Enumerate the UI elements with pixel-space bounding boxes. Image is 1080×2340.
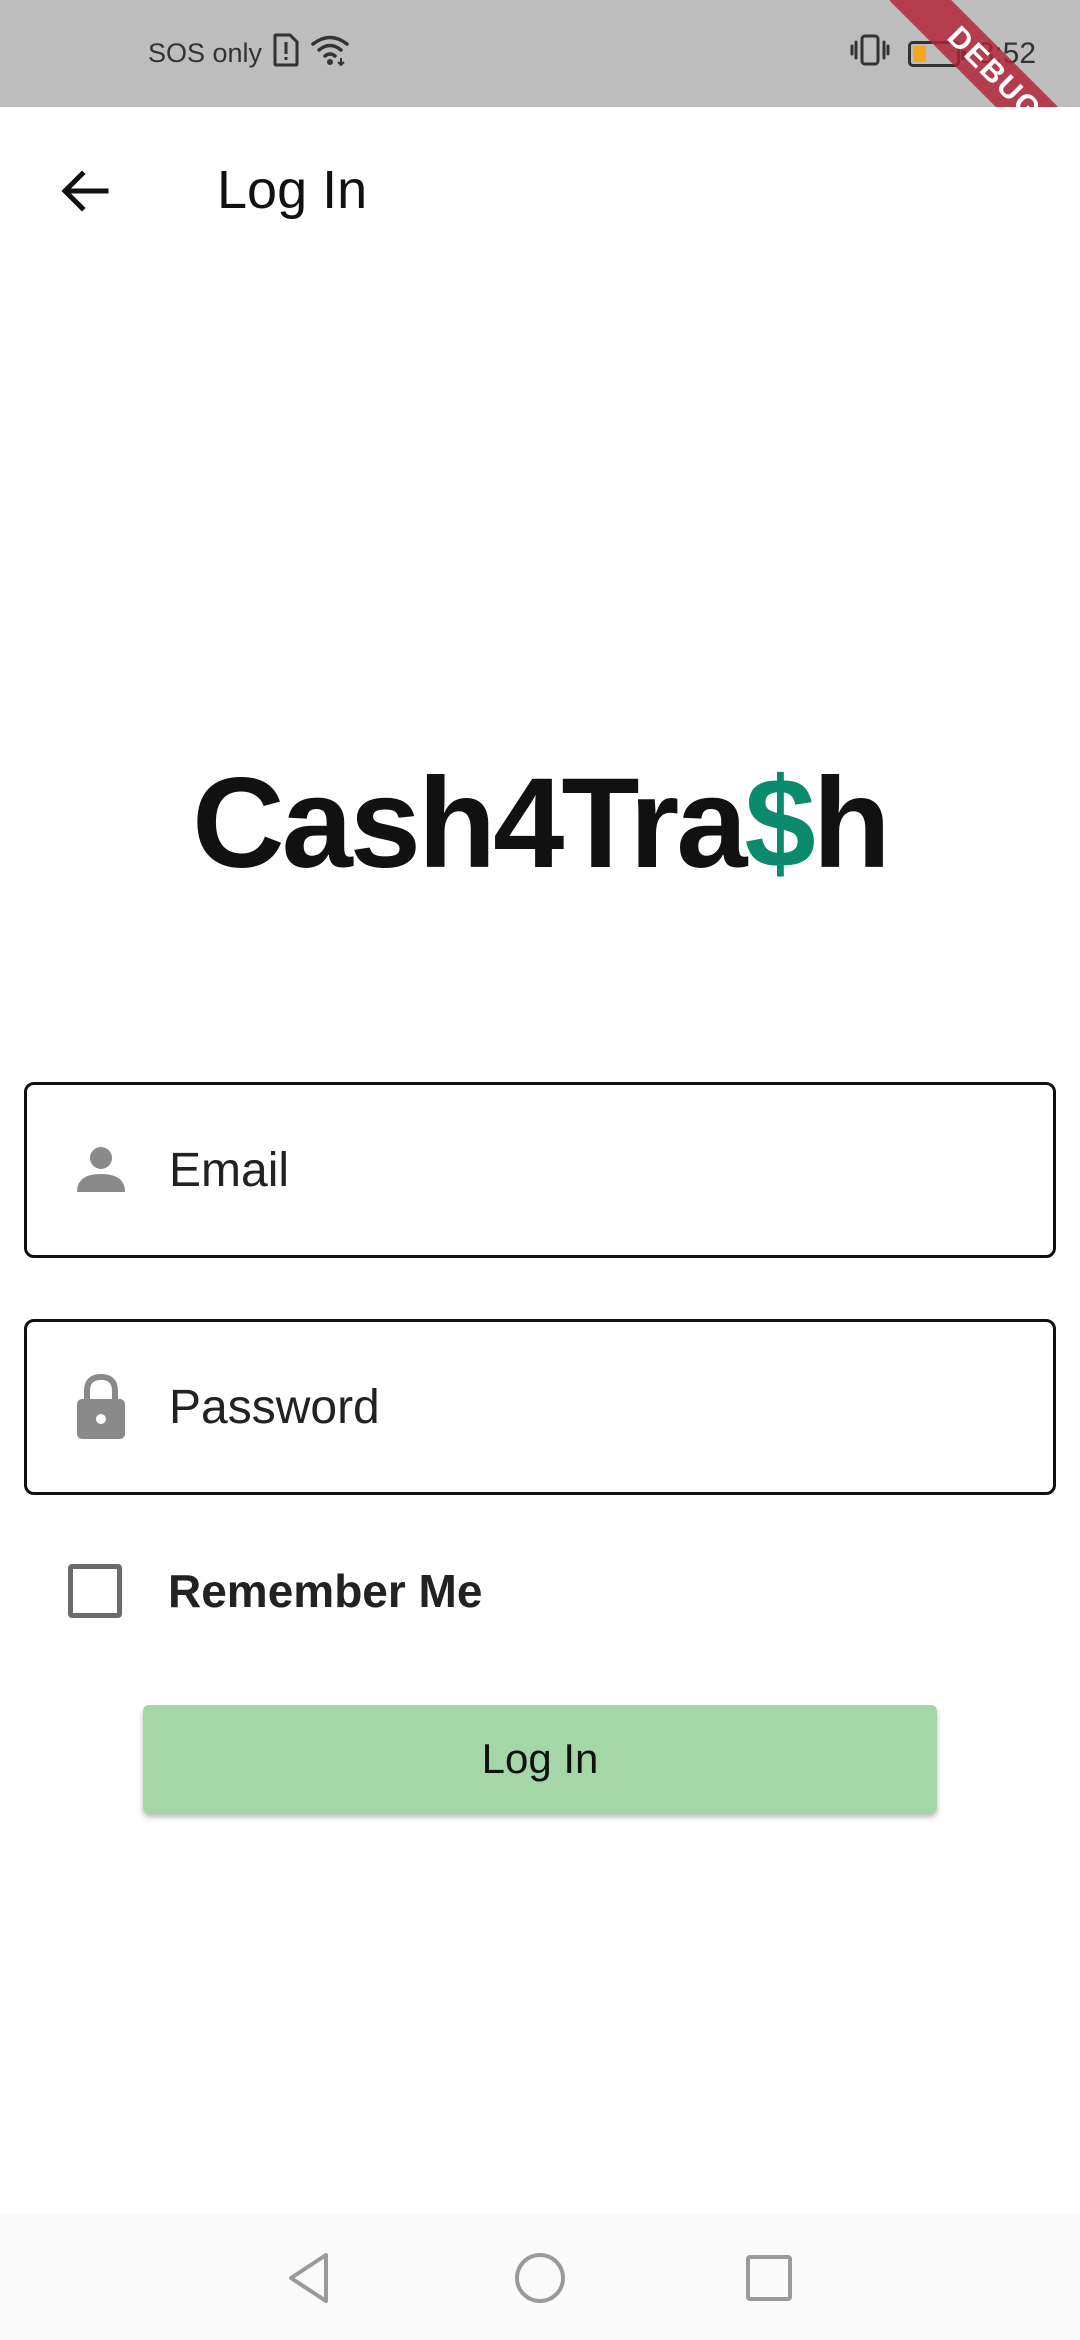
logo-dollar-sign: $: [744, 752, 815, 895]
email-input[interactable]: [169, 1085, 1029, 1255]
nav-recents-button[interactable]: [709, 2215, 829, 2340]
person-icon: [71, 1140, 131, 1200]
back-button[interactable]: [44, 151, 124, 231]
battery-level: [912, 45, 926, 62]
recents-square-icon: [746, 2254, 792, 2301]
password-input[interactable]: [169, 1322, 1029, 1492]
battery-icon: [907, 40, 966, 67]
app-logo: Cash4Tra$h: [0, 750, 1080, 897]
login-screen: SOS only 3:52 DEBUG Log In Cash4Tra$h Em…: [0, 0, 1080, 2340]
password-field[interactable]: [24, 1319, 1056, 1495]
status-bar: SOS only 3:52: [0, 0, 1080, 107]
login-button[interactable]: Log In: [143, 1705, 937, 1813]
logo-text-start: Cash4Tra: [192, 752, 747, 895]
nav-home-button[interactable]: [480, 2215, 600, 2340]
email-field[interactable]: [24, 1082, 1056, 1258]
nav-back-button[interactable]: [249, 2215, 369, 2340]
status-time: 3:52: [977, 36, 1036, 70]
wifi-icon: [310, 34, 350, 73]
logo-text-end: h: [812, 752, 891, 895]
remember-me-checkbox[interactable]: [68, 1564, 122, 1618]
arrow-left-icon: [61, 170, 109, 212]
remember-me-label[interactable]: Remember Me: [168, 1564, 482, 1618]
app-bar: Log In: [0, 107, 1080, 279]
lock-icon: [71, 1373, 131, 1439]
remember-me-row[interactable]: Remember Me: [68, 1561, 482, 1621]
status-right: 3:52: [850, 0, 1036, 107]
vibrate-icon: [850, 33, 890, 75]
home-circle-icon: [515, 2252, 565, 2303]
page-title: Log In: [217, 160, 368, 220]
sim-alert-icon: [272, 33, 300, 74]
system-nav-bar: [0, 2215, 1080, 2340]
carrier-text: SOS only: [148, 38, 263, 68]
status-left: SOS only: [148, 0, 350, 107]
back-triangle-icon: [289, 2252, 328, 2303]
